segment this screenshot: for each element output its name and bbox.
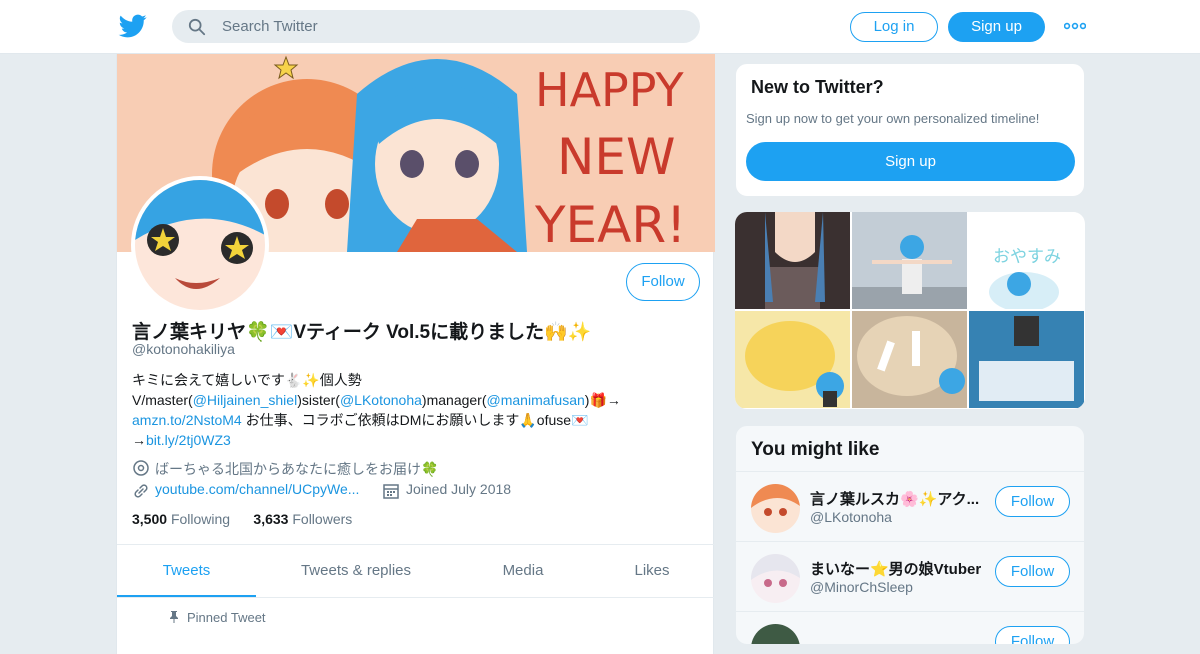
tab-tweets-replies[interactable]: Tweets & replies [256,545,456,597]
bio-text: )sister( [297,392,340,408]
calendar-icon [383,484,399,499]
media-thumb[interactable] [735,311,850,408]
profile-tabs: Tweets Tweets & replies Media Likes [117,544,715,598]
suggested-account-name[interactable]: まいなー⭐男の娘Vtuber [810,558,990,579]
joined-date: Joined July 2018 [406,481,512,497]
profile-website-link[interactable]: youtube.com/channel/UCpyWe... [155,481,359,497]
banner-text-line1: HAPPY [535,63,685,117]
avatar[interactable] [751,624,800,644]
suggested-account[interactable]: 言ノ葉ルスカ🌸✨アク... @LKotonoha Follow [736,471,1084,541]
bio-line-2: V/master(@Hiljainen_shiel)sister(@LKoton… [132,390,692,410]
media-thumb[interactable]: おやすみ [969,212,1084,309]
tab-media[interactable]: Media [456,545,590,597]
follow-button[interactable]: Follow [995,626,1070,644]
mention-link[interactable]: @Hiljainen_shiel [193,392,298,408]
follow-button[interactable]: Follow [995,556,1070,587]
bio-text: → [132,432,146,448]
login-button[interactable]: Log in [850,12,938,42]
banner-text-line2: NEW [557,128,675,186]
new-to-twitter-title: New to Twitter? [751,77,884,97]
bio-text: お仕事、コラボご依頼はDMにお願いします🙏ofuse💌 [241,412,589,428]
profile-stats: 3,500 Following 3,633 Followers [132,511,352,527]
following-label: Following [170,511,231,527]
bio-text: )manager( [421,392,487,408]
twitter-bird-icon[interactable] [118,12,148,40]
mention-link[interactable]: @LKotonoha [340,392,422,408]
new-to-twitter-card: New to Twitter? Sign up now to get your … [735,63,1085,197]
media-oyasumi-text: おやすみ [993,247,1061,267]
suggested-account[interactable]: Follow [736,611,1084,644]
following-stat[interactable]: 3,500 Following [132,511,230,527]
bio-line-1: キミに会えて嬉しいです🐇✨個人勢 [132,372,362,388]
search-bar[interactable] [172,10,700,43]
suggested-account-handle: @LKotonoha [810,509,892,525]
media-thumb[interactable] [852,311,967,408]
media-thumb[interactable] [735,212,850,309]
tab-tweets[interactable]: Tweets [117,545,256,597]
profile-location: ばーちゃる北国からあなたに癒しをお届け🍀 [155,461,439,477]
you-might-like-card: You might like 言ノ葉ルスカ🌸✨アク... @LKotonoha … [735,425,1085,645]
location-icon [133,460,149,476]
search-input[interactable] [222,10,682,43]
profile-column: HAPPY NEW YEAR! Follow 言ノ葉キリヤ🍀💌Vティーク Vol… [116,54,715,654]
signup-button[interactable]: Sign up [948,12,1045,42]
media-thumb[interactable] [969,311,1084,408]
new-to-twitter-text: Sign up now to get your own personalized… [746,111,1040,126]
search-icon [188,18,206,36]
media-grid: おやすみ [735,212,1085,409]
bio-text: )🎁→ [584,392,621,408]
followers-label: Followers [292,511,353,527]
tab-likes[interactable]: Likes [590,545,714,597]
banner-text-line3: YEAR! [534,196,686,252]
link-icon [134,484,148,498]
following-count: 3,500 [132,511,168,527]
bio-line-4: →bit.ly/2tj0WZ3 [132,430,692,450]
mention-link[interactable]: @manimafusan [487,392,585,408]
followers-count: 3,633 [253,511,289,527]
follow-button[interactable]: Follow [995,486,1070,517]
followers-stat[interactable]: 3,633 Followers [253,511,352,527]
suggested-account-name[interactable]: 言ノ葉ルスカ🌸✨アク... [810,488,990,509]
avatar[interactable] [751,554,800,603]
profile-bio: キミに会えて嬉しいです🐇✨個人勢 V/master(@Hiljainen_shi… [132,370,692,450]
suggested-account[interactable]: まいなー⭐男の娘Vtuber @MinorChSleep Follow [736,541,1084,611]
pinned-tweet-label: Pinned Tweet [169,610,266,625]
amazon-link[interactable]: amzn.to/2NstoM4 [132,412,242,428]
suggested-account-handle: @MinorChSleep [810,579,913,595]
profile-avatar[interactable] [131,176,269,314]
top-bar: Log in Sign up [0,0,1200,54]
follow-button[interactable]: Follow [626,263,700,301]
sidebar-signup-button[interactable]: Sign up [746,142,1075,181]
media-thumb[interactable] [852,212,967,309]
avatar[interactable] [751,484,800,533]
ofuse-link[interactable]: bit.ly/2tj0WZ3 [146,432,231,448]
bio-text: V/master( [132,392,193,408]
bio-line-3: amzn.to/2NstoM4 お仕事、コラボご依頼はDMにお願いします🙏ofu… [132,410,692,430]
you-might-like-title: You might like [751,439,880,460]
pin-icon [170,611,178,623]
more-dots-icon[interactable] [1064,18,1086,34]
pinned-text: Pinned Tweet [187,610,266,625]
profile-handle: @kotonohakiliya [132,341,235,357]
profile-name: 言ノ葉キリヤ🍀💌Vティーク Vol.5に載りました🙌✨ [132,322,592,343]
